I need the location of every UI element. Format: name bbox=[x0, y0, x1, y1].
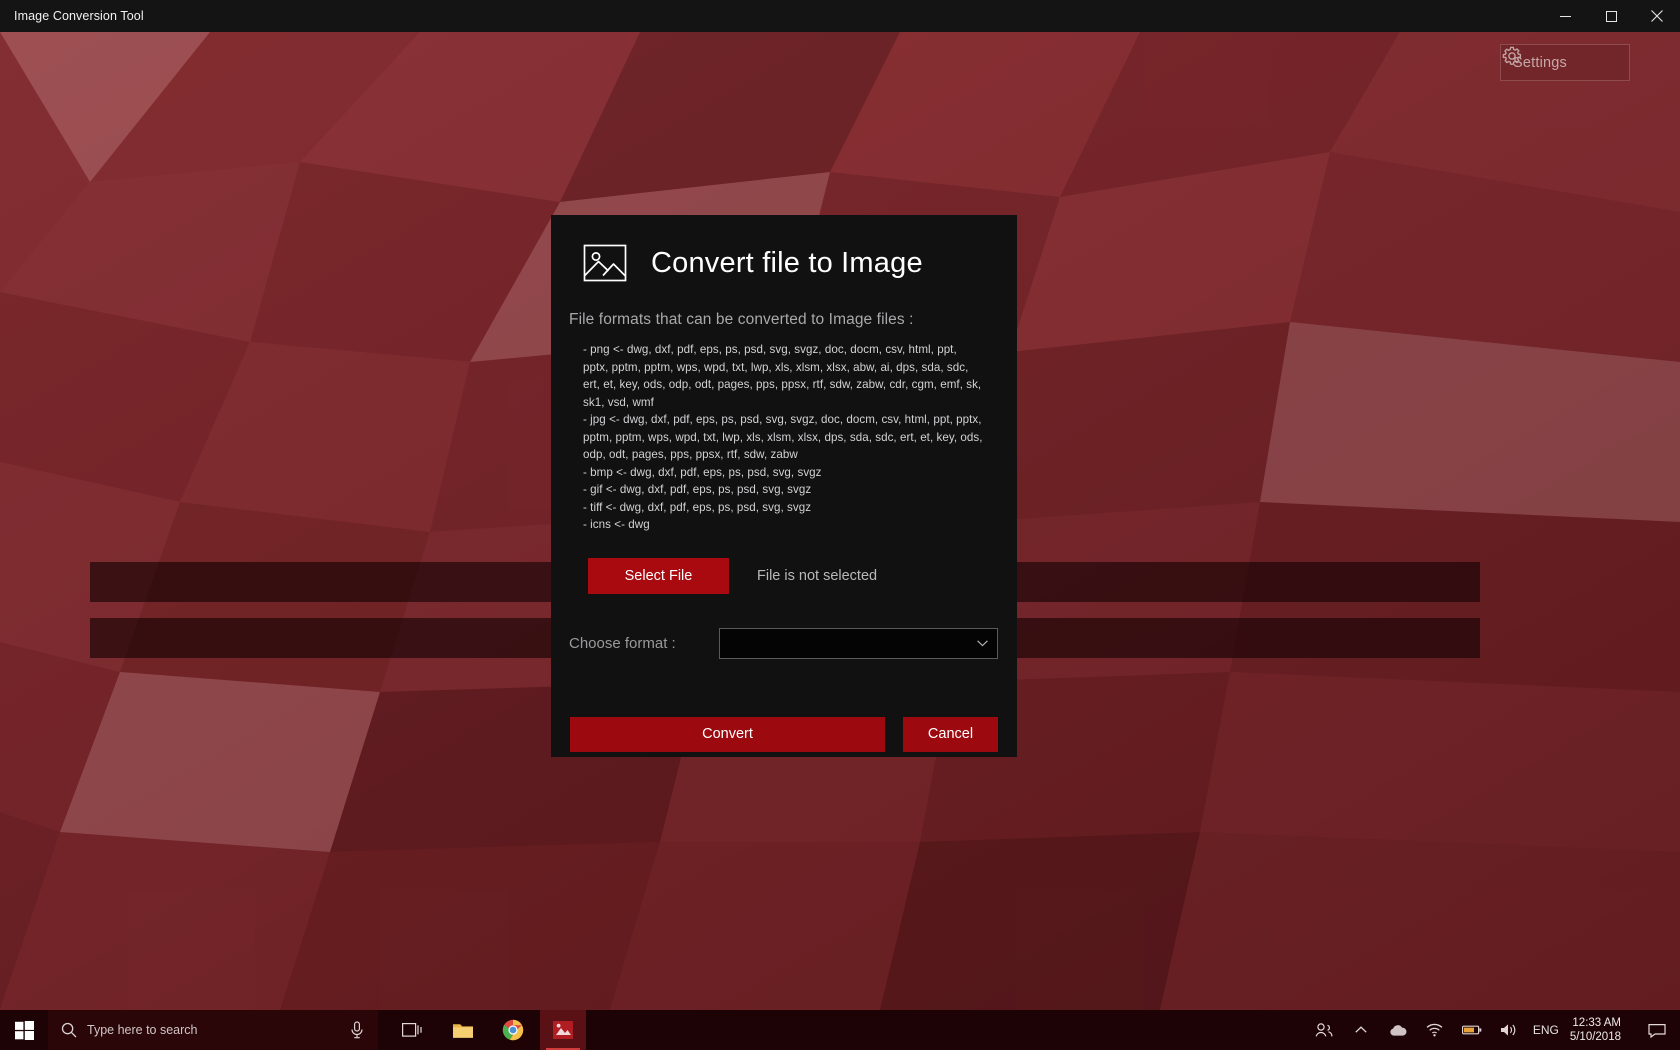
dialog-subtitle: File formats that can be converted to Im… bbox=[569, 311, 914, 328]
chrome-icon bbox=[502, 1019, 524, 1041]
app-icon bbox=[553, 1021, 573, 1039]
format-list-item: - icns <- dwg bbox=[583, 518, 650, 531]
format-list-item: - bmp <- dwg, dxf, pdf, eps, ps, psd, sv… bbox=[583, 465, 822, 479]
task-view-button[interactable] bbox=[390, 1010, 436, 1050]
windows-logo-icon bbox=[14, 1020, 34, 1040]
format-list-item: - jpg <- dwg, dxf, pdf, eps, ps, psd, sv… bbox=[583, 413, 983, 461]
clock-time: 12:33 AM bbox=[1572, 1017, 1621, 1029]
people-icon bbox=[1315, 1023, 1333, 1037]
task-view-icon bbox=[402, 1022, 422, 1037]
folder-icon bbox=[453, 1023, 473, 1038]
start-button[interactable] bbox=[0, 1010, 48, 1050]
chevron-up-icon bbox=[1355, 1026, 1367, 1033]
format-select[interactable] bbox=[719, 627, 998, 659]
format-list-item: - gif <- dwg, dxf, pdf, eps, ps, psd, sv… bbox=[583, 483, 812, 496]
file-selection-row: Select File File is not selected bbox=[551, 534, 1017, 594]
clock-date: 5/10/2018 bbox=[1569, 1031, 1621, 1043]
network-button[interactable] bbox=[1422, 1010, 1448, 1050]
taskbar-apps bbox=[378, 1010, 586, 1050]
minimize-button[interactable] bbox=[1542, 0, 1588, 32]
battery-button[interactable] bbox=[1459, 1010, 1485, 1050]
cancel-button[interactable]: Cancel bbox=[903, 716, 998, 752]
taskbar: Type here to search ENG 12:33 AM 5/10/20… bbox=[0, 1010, 1680, 1050]
speaker-icon bbox=[1500, 1024, 1516, 1036]
volume-button[interactable] bbox=[1496, 1010, 1522, 1050]
people-button[interactable] bbox=[1311, 1010, 1337, 1050]
window-titlebar: Image Conversion Tool bbox=[0, 0, 1680, 32]
screen: Settings Image Conversion Tool Convert f… bbox=[0, 0, 1680, 1050]
choose-format-label: Choose format : bbox=[569, 634, 676, 652]
system-tray: ENG 12:33 AM 5/10/2018 bbox=[1311, 1010, 1680, 1050]
show-hidden-icons-button[interactable] bbox=[1348, 1010, 1374, 1050]
window-title: Image Conversion Tool bbox=[14, 9, 144, 23]
format-list-item: - png <- dwg, dxf, pdf, eps, ps, psd, sv… bbox=[583, 343, 982, 409]
wifi-icon bbox=[1426, 1023, 1443, 1037]
chrome-button[interactable] bbox=[490, 1010, 536, 1050]
maximize-icon bbox=[1605, 10, 1617, 22]
notification-icon bbox=[1648, 1024, 1666, 1038]
dialog-title: Convert file to Image bbox=[651, 246, 923, 279]
maximize-button[interactable] bbox=[1588, 0, 1634, 32]
file-status-text: File is not selected bbox=[757, 567, 878, 584]
dialog-header: Convert file to Image bbox=[551, 215, 1017, 287]
onedrive-button[interactable] bbox=[1385, 1010, 1411, 1050]
format-list-item: - tiff <- dwg, dxf, pdf, eps, ps, psd, s… bbox=[583, 500, 812, 514]
close-icon bbox=[1651, 10, 1663, 22]
image-icon bbox=[583, 244, 627, 282]
battery-icon bbox=[1461, 1025, 1482, 1035]
cloud-icon bbox=[1390, 1024, 1407, 1036]
search-box[interactable]: Type here to search bbox=[48, 1010, 378, 1050]
image-conversion-tool-button[interactable] bbox=[540, 1010, 586, 1050]
clock[interactable]: 12:33 AM 5/10/2018 bbox=[1570, 1016, 1633, 1044]
gear-icon bbox=[1502, 46, 1522, 65]
chevron-down-icon bbox=[977, 639, 988, 646]
choose-format-row: Choose format : bbox=[551, 594, 1017, 659]
format-list: - png <- dwg, dxf, pdf, eps, ps, psd, sv… bbox=[551, 329, 1017, 534]
search-placeholder: Type here to search bbox=[87, 1023, 198, 1037]
convert-button[interactable]: Convert bbox=[570, 716, 885, 752]
close-button[interactable] bbox=[1634, 0, 1680, 32]
convert-dialog: Convert file to Image File formats that … bbox=[551, 215, 1017, 757]
language-indicator[interactable]: ENG bbox=[1533, 1023, 1559, 1037]
minimize-icon bbox=[1559, 15, 1571, 17]
microphone-icon[interactable] bbox=[350, 1021, 364, 1039]
select-file-button[interactable]: Select File bbox=[588, 557, 729, 594]
dialog-actions: Convert Cancel bbox=[551, 659, 1017, 752]
search-icon bbox=[61, 1022, 77, 1038]
settings-button[interactable]: Settings bbox=[1500, 44, 1630, 81]
action-center-button[interactable] bbox=[1644, 1010, 1670, 1050]
file-explorer-button[interactable] bbox=[440, 1010, 486, 1050]
